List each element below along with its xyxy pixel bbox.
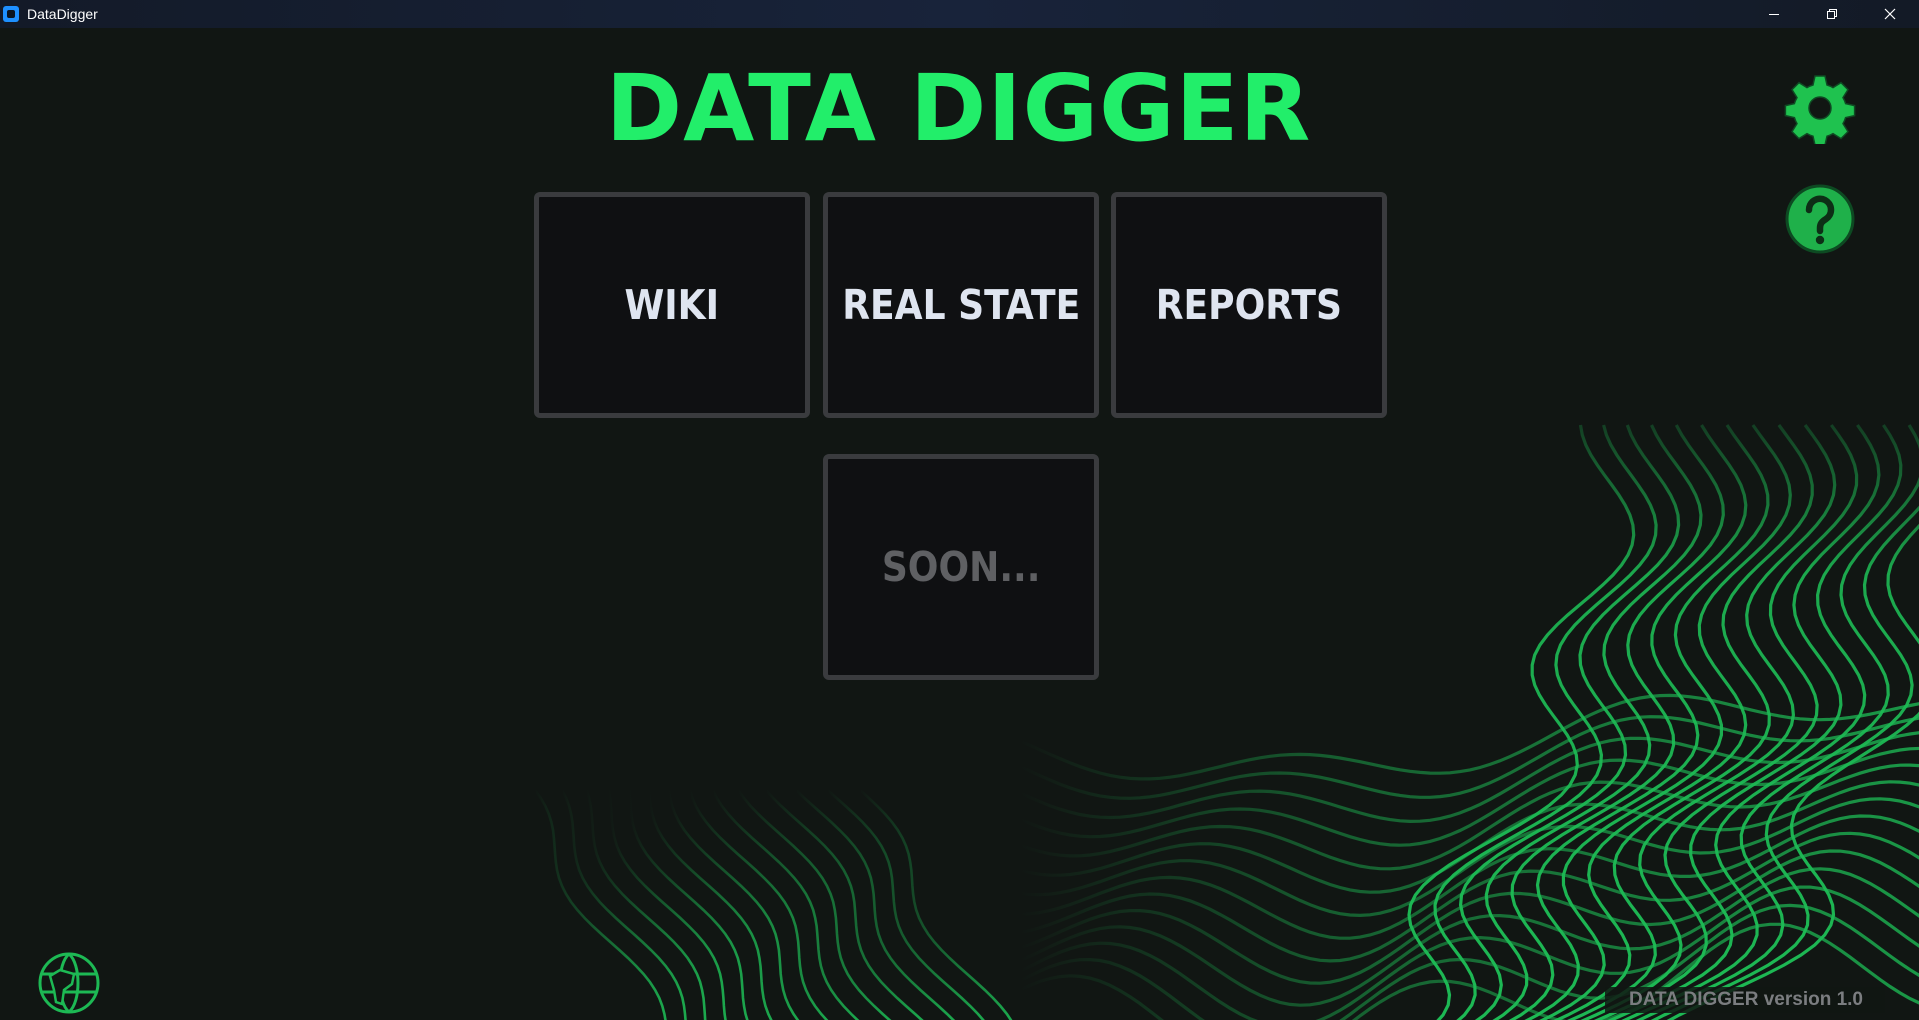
close-button[interactable]: [1861, 0, 1919, 28]
soon-tile-button: SOON...: [823, 454, 1099, 680]
window-controls: [1745, 0, 1919, 28]
tile-label: SOON...: [881, 543, 1041, 591]
wave-line: [1433, 424, 1658, 1020]
title-bar[interactable]: DataDigger: [0, 0, 1919, 28]
wave-line: [764, 789, 924, 1020]
tile-label: REAL STATE: [841, 281, 1081, 329]
wave-line: [1635, 424, 1919, 1020]
reports-tile-button[interactable]: REPORTS: [1111, 192, 1387, 418]
version-label: DATA DIGGER version 1.0: [1604, 987, 1885, 1013]
help-icon: [1785, 184, 1855, 254]
minimize-icon: [1769, 14, 1779, 15]
minimize-button[interactable]: [1745, 0, 1803, 28]
help-button[interactable]: [1784, 183, 1856, 255]
language-button[interactable]: [36, 950, 102, 1016]
restore-icon: [1827, 9, 1837, 19]
wave-line: [1458, 424, 1681, 1020]
wave-line: [859, 789, 1013, 1020]
header: DATA DIGGER: [0, 54, 1919, 164]
wiki-tile-button[interactable]: WIKI: [534, 192, 810, 418]
tile-label: WIKI: [624, 281, 720, 329]
app-icon: [3, 6, 19, 22]
gear-icon: [1784, 75, 1856, 146]
wave-line: [1567, 424, 1814, 1020]
globe-icon: [38, 952, 100, 1014]
window-title: DataDigger: [27, 6, 98, 22]
wave-line: [826, 789, 985, 1020]
wave-line: [533, 789, 667, 1020]
wave-line: [667, 789, 800, 1020]
settings-button[interactable]: [1784, 72, 1856, 146]
app-title-heading: DATA DIGGER: [605, 55, 1312, 162]
restore-button[interactable]: [1803, 0, 1861, 28]
close-icon: [1884, 8, 1896, 20]
app-window: DataDigger DATA DIGGER WIKI REAL STATE R…: [0, 0, 1919, 1020]
tile-label: REPORTS: [1155, 281, 1343, 329]
wave-line: [795, 789, 956, 1020]
real-state-tile-button[interactable]: REAL STATE: [823, 192, 1099, 418]
